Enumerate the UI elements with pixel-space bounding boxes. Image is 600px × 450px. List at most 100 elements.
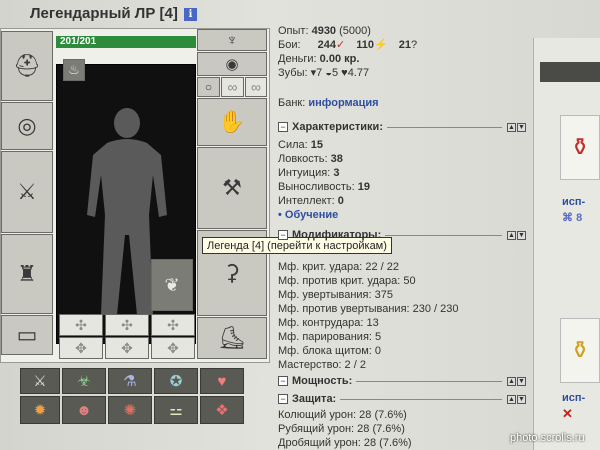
belt-item-5[interactable]: ♥ xyxy=(200,368,244,394)
rune-slot-5[interactable]: ✥ xyxy=(105,337,149,359)
belt-item-2[interactable]: ☣ xyxy=(62,368,106,394)
right-panel xyxy=(533,38,600,450)
right-header-bar xyxy=(540,62,600,82)
collapse-icon[interactable]: − xyxy=(278,230,288,240)
modifier-row: Мф. крит. удара: 22 / 22 xyxy=(278,261,399,273)
bank-row: Банк: информация xyxy=(278,96,379,110)
teeth-b: 5 xyxy=(331,67,339,79)
right-item-badge: ⌘ 8 xyxy=(562,211,582,224)
earrings-slot[interactable]: ◉ xyxy=(197,52,267,76)
arrow-down-icon[interactable]: ▼ xyxy=(517,376,526,386)
belt-item-6[interactable]: ✹ xyxy=(20,396,60,424)
training-link[interactable]: • Обучение xyxy=(278,208,338,222)
exp-next: (5000) xyxy=(339,25,371,37)
modifier-row: Мф. блока щитом: 0 xyxy=(278,345,382,357)
fire-icon: ✹ xyxy=(33,402,47,419)
armor-slot[interactable]: ♜ xyxy=(1,234,53,314)
rune-slot-4[interactable]: ✥ xyxy=(59,337,103,359)
bank-link[interactable]: информация xyxy=(308,97,378,109)
rune-slot-1[interactable]: ✣ xyxy=(59,314,103,336)
battles-label: Бои: xyxy=(278,39,301,51)
amulet-slot[interactable]: ♆ xyxy=(197,29,267,51)
bottle-icon: ⚱ xyxy=(569,337,591,364)
ring-slot-2[interactable]: ∞ xyxy=(221,77,244,97)
expand-icon[interactable]: − xyxy=(278,376,288,386)
weapon-slot[interactable]: ⚔ xyxy=(1,151,53,233)
rune-slot-6[interactable]: ✥ xyxy=(151,337,195,359)
modifier-row: Мф. против увертывания: 230 / 230 xyxy=(278,303,459,315)
bottle-icon: ⚱ xyxy=(569,134,591,161)
defense-section[interactable]: − Защита: ▲ ▼ xyxy=(278,392,526,406)
right-item-card-2[interactable]: ⚱ xyxy=(560,318,600,383)
effect-slot[interactable]: ♨ xyxy=(63,59,85,81)
arrow-down-icon[interactable]: ▼ xyxy=(517,394,526,404)
ring-slot-1[interactable]: ○ xyxy=(197,77,220,97)
character-header: Легендарный ЛР [4] i xyxy=(30,5,198,25)
right-item-card-1[interactable]: ⚱ xyxy=(560,115,600,180)
belt-item-8[interactable]: ✺ xyxy=(108,396,152,424)
belt-item-1[interactable]: ⚔ xyxy=(20,368,60,394)
right-item-label-1[interactable]: исп- xyxy=(562,196,585,208)
arrow-up-icon[interactable]: ▲ xyxy=(507,394,516,404)
arrow-down-icon[interactable]: ▼ xyxy=(517,230,526,240)
ring-icon: ∞ xyxy=(227,79,238,95)
battles-lost: 110 xyxy=(356,39,374,51)
potion-icon: ⚗ xyxy=(123,373,137,390)
ring-icon: ○ xyxy=(204,80,213,94)
exp-label: Опыт: xyxy=(278,25,309,37)
helmet-icon: ⛑ xyxy=(13,53,41,78)
pet-slot[interactable]: ❦ xyxy=(151,259,193,311)
modifier-row: Мф. увертывания: 375 xyxy=(278,289,393,301)
belt-item-10[interactable]: ❖ xyxy=(200,396,244,424)
divider xyxy=(340,398,502,400)
sword-icon: ⚔ xyxy=(17,179,37,204)
battles-won: 244 xyxy=(317,39,336,51)
divider xyxy=(356,380,502,382)
defense-row: Дробящий урон: 28 (7.6%) xyxy=(278,437,412,449)
char-label: Интеллект: xyxy=(278,195,335,207)
earrings-icon: ◉ xyxy=(225,56,239,73)
defense-row: Колющий урон: 28 (7.6%) xyxy=(278,409,407,421)
power-section[interactable]: − Мощность: ▲ ▼ xyxy=(278,374,526,388)
rune-icon: ✥ xyxy=(121,339,133,356)
right-item-label-2[interactable]: исп- xyxy=(562,392,585,404)
exp-row: Опыт: 4930 (5000) xyxy=(278,24,371,38)
ring-slot-3[interactable]: ∞ xyxy=(245,77,267,97)
characteristics-section[interactable]: − Характеристики: ▲ ▼ xyxy=(278,120,526,134)
belt-item-4[interactable]: ✪ xyxy=(154,368,198,394)
char-value: 38 xyxy=(330,153,343,165)
info-icon[interactable]: i xyxy=(184,8,198,21)
arrow-down-icon[interactable]: ▼ xyxy=(517,122,526,132)
arrow-up-icon[interactable]: ▲ xyxy=(507,230,516,240)
arrow-up-icon[interactable]: ▲ xyxy=(507,122,516,132)
helmet-slot[interactable]: ⛑ xyxy=(1,31,53,101)
modifiers-section[interactable]: − Модификаторы: ▲ ▼ xyxy=(278,228,526,242)
collapse-icon[interactable]: − xyxy=(278,122,288,132)
flask-icon: ♨ xyxy=(68,62,80,77)
char-value: 0 xyxy=(337,195,344,207)
gloves-slot[interactable]: ✋ xyxy=(197,98,267,146)
belt-item-7[interactable]: ☻ xyxy=(62,396,106,424)
belt-slot[interactable]: ▭ xyxy=(1,315,53,355)
watermark: photo.scrolls.ru xyxy=(510,432,585,444)
characteristics-title: Характеристики: xyxy=(292,121,383,133)
offhand-slot[interactable]: ⚒ xyxy=(197,147,267,229)
bracers-slot[interactable]: ◎ xyxy=(1,102,53,150)
collapse-icon[interactable]: − xyxy=(278,394,288,404)
arrow-up-icon[interactable]: ▲ xyxy=(507,376,516,386)
rune-slot-2[interactable]: ✣ xyxy=(105,314,149,336)
remove-icon[interactable]: ✕ xyxy=(562,406,573,422)
belt-item-3[interactable]: ⚗ xyxy=(108,368,152,394)
modifier-row: Мф. парирования: 5 xyxy=(278,331,382,343)
defense-row: Рубящий урон: 28 (7.6%) xyxy=(278,423,405,435)
char-label: Интуиция: xyxy=(278,167,331,179)
portrait-icon: ☻ xyxy=(76,401,92,419)
draw-icon: ? xyxy=(411,39,418,51)
boots-slot[interactable]: ⛸ xyxy=(197,317,267,359)
rune-slot-3[interactable]: ✣ xyxy=(151,314,195,336)
rune-icon: ✣ xyxy=(75,316,87,333)
game-window: Легендарный ЛР [4] i ⛑ ◎ ⚔ ♜ ▭ 201/201 ♨… xyxy=(0,0,600,450)
char-row: Интуиция: 3 xyxy=(278,166,339,180)
power-title: Мощность: xyxy=(292,375,353,387)
belt-item-9[interactable]: ⚍ xyxy=(154,396,198,424)
